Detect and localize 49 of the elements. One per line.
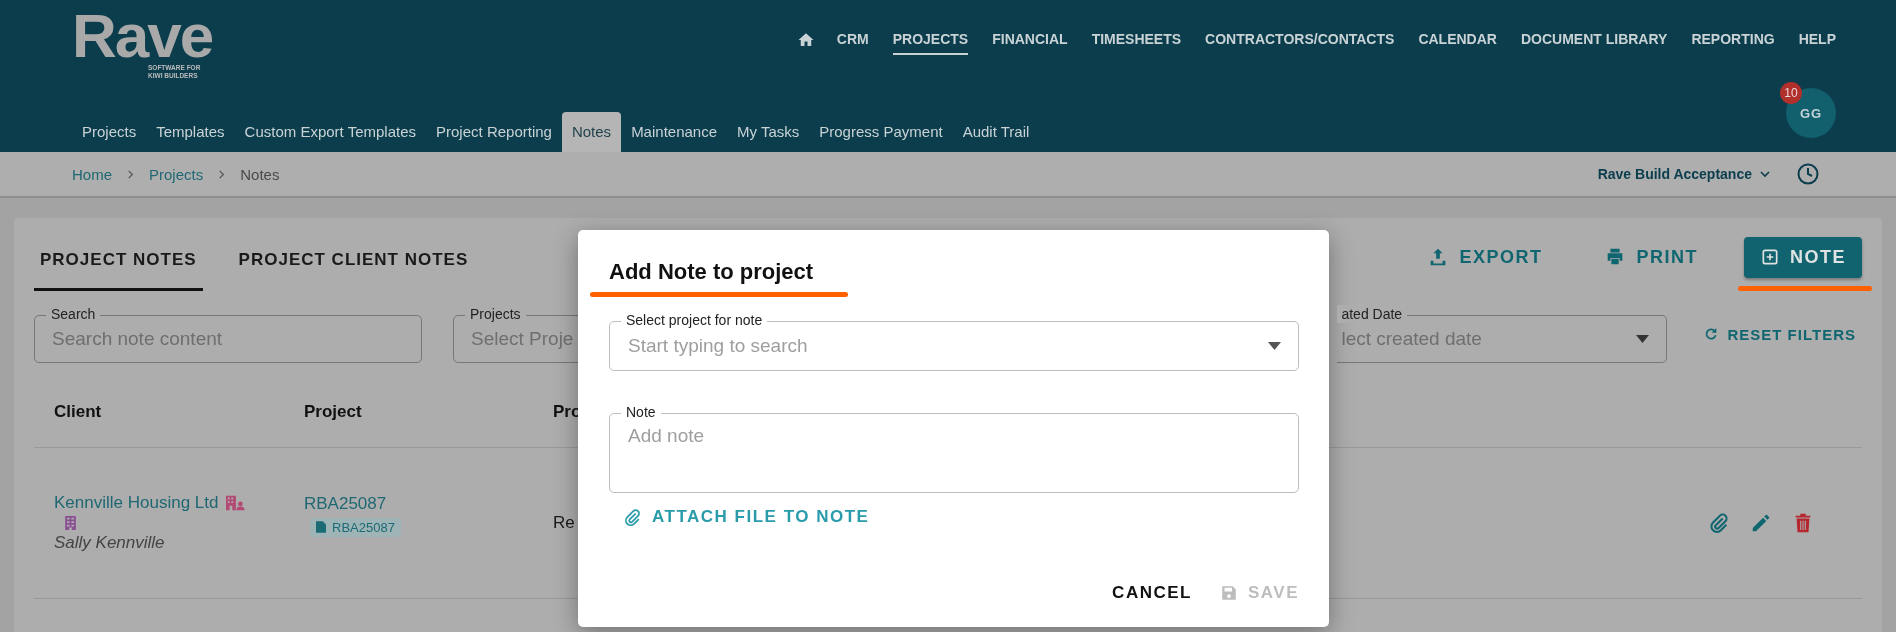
home-icon[interactable] <box>796 31 815 49</box>
document-icon <box>316 521 326 533</box>
table-cell: Re <box>553 513 575 533</box>
top-nav-item[interactable]: CONTRACTORS/CONTACTS <box>1205 25 1395 55</box>
dropdown-icon <box>1268 342 1281 350</box>
column-header: Project <box>304 402 363 422</box>
notification-badge: 10 <box>1780 82 1802 104</box>
add-button[interactable]: NOTE <box>1744 236 1862 278</box>
building-person-icon <box>224 494 247 512</box>
clock-icon[interactable] <box>1796 162 1820 186</box>
dialog-title: Add Note to project <box>609 258 815 286</box>
paperclip-icon[interactable] <box>1708 512 1730 534</box>
top-nav-item[interactable]: CRM <box>836 25 869 55</box>
project-select[interactable]: Select project for note Start typing to search <box>609 311 1299 371</box>
sub-nav-tab[interactable]: Progress Payment <box>809 112 953 152</box>
page-tab[interactable]: PROJECT CLIENT NOTES <box>232 230 475 291</box>
building-icon <box>64 515 77 531</box>
top-nav-item[interactable]: DOCUMENT LIBRARY <box>1520 25 1668 55</box>
breadcrumb-separator <box>217 169 227 179</box>
contact-name: Sally Kennville <box>54 533 165 553</box>
column-header: Client <box>53 402 103 422</box>
paperclip-icon <box>623 507 642 527</box>
top-nav-item[interactable]: HELP <box>1798 25 1836 55</box>
sub-nav-tab[interactable]: Project Reporting <box>426 112 562 152</box>
top-nav-item[interactable]: FINANCIAL <box>992 25 1068 55</box>
logo[interactable]: Rave <box>72 10 213 62</box>
filter-field[interactable]: ated Date lect created date <box>1337 305 1668 363</box>
sub-nav-tab[interactable]: Custom Export Templates <box>234 112 427 152</box>
cancel-button[interactable]: CANCEL <box>1112 579 1192 607</box>
sub-nav-tab[interactable]: Notes <box>561 112 622 152</box>
sub-nav-tab[interactable]: Maintenance <box>621 112 728 152</box>
filter-field[interactable]: Search Search note content <box>34 305 422 363</box>
sub-nav-tab[interactable]: Projects <box>72 112 147 152</box>
page-tab[interactable]: PROJECT NOTES <box>34 230 203 291</box>
caret-icon <box>1760 169 1770 179</box>
plus-box-icon <box>1760 247 1780 267</box>
breadcrumb-separator <box>126 169 135 179</box>
top-nav-item[interactable]: CALENDAR <box>1418 25 1497 55</box>
sub-nav-tab[interactable]: Templates <box>146 112 235 152</box>
company-selector[interactable]: Rave Build Acceptance <box>1597 166 1770 182</box>
note-field[interactable]: Note Add note <box>609 403 1299 493</box>
top-nav-item[interactable]: PROJECTS <box>892 25 969 55</box>
top-nav-item[interactable]: REPORTING <box>1691 25 1775 55</box>
pencil-icon[interactable] <box>1750 512 1772 534</box>
sub-nav-tab[interactable]: Audit Trail <box>952 112 1040 152</box>
sub-nav-tab[interactable]: My Tasks <box>727 112 810 152</box>
dropdown-icon <box>1636 335 1650 343</box>
top-nav-item[interactable]: TIMESHEETS <box>1091 25 1182 55</box>
breadcrumb-item[interactable]: Notes <box>240 165 280 183</box>
